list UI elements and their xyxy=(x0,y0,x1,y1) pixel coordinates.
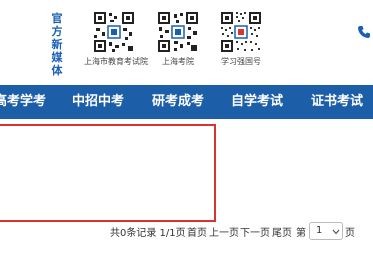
pager-summary: 共0条记录 1/1页 xyxy=(110,228,186,239)
qrcode-caption: 上海考院 xyxy=(162,57,194,66)
pager-goto-suffix: 页 xyxy=(345,228,355,239)
qrcode-image xyxy=(219,10,263,54)
qrcode-caption: 学习强国号 xyxy=(221,57,261,66)
qrcode-block-sheea[interactable]: 上海市教育考试院 xyxy=(84,10,148,67)
pager-first-link[interactable]: 首页 xyxy=(187,222,207,246)
site-header: 官方新媒体 上海市教育考试院 上海考院 学习强国号 xyxy=(0,0,373,78)
qrcode-block-shkaoyuan[interactable]: 上海考院 xyxy=(153,10,203,67)
qrcode-image xyxy=(156,10,200,54)
pager-last-link[interactable]: 尾页 xyxy=(272,222,292,246)
page-select[interactable]: 1 xyxy=(309,222,343,240)
nav-item-gaokao[interactable]: 高考学考 xyxy=(0,85,46,119)
nav-item-zhengshu[interactable]: 证书考试 xyxy=(311,85,363,119)
chevron-down-icon xyxy=(332,227,340,238)
phone-icon[interactable] xyxy=(357,24,371,38)
pager-prev-link[interactable]: 上一页 xyxy=(209,222,239,246)
qrcode-caption: 上海市教育考试院 xyxy=(84,57,148,66)
nav-item-yankao[interactable]: 研考成考 xyxy=(152,85,204,119)
highlighted-empty-results-area xyxy=(0,124,216,222)
official-media-label: 官方新媒体 xyxy=(51,12,63,77)
qrcode-image xyxy=(92,10,136,54)
pager-goto-prefix: 第 xyxy=(296,228,306,239)
main-nav: 高考学考 中招中考 研考成考 自学考试 证书考试 xyxy=(0,85,373,119)
nav-item-zixue[interactable]: 自学考试 xyxy=(231,85,283,119)
page-select-value: 1 xyxy=(316,225,323,236)
qrcode-block-xuexiqiangguo[interactable]: 学习强国号 xyxy=(216,10,266,67)
nav-item-zhongkao[interactable]: 中招中考 xyxy=(72,85,124,119)
pager-next-link[interactable]: 下一页 xyxy=(240,222,270,246)
